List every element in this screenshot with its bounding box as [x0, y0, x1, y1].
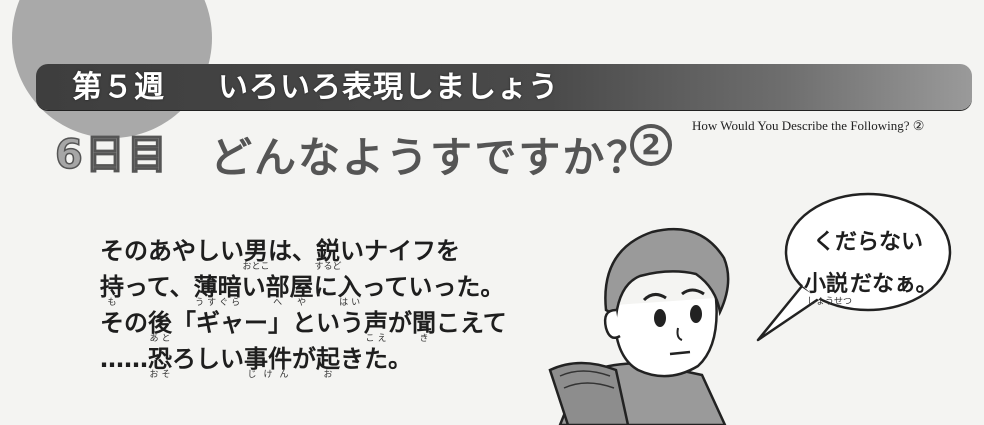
speech-word: 小説 [804, 271, 848, 297]
furigana: おとこ [242, 262, 270, 272]
example-paragraph: そのあやしい男おとこは、鋭するどいナイフを 持もって、薄暗うすぐらい部屋へやに入は… [100, 236, 560, 380]
english-subtitle: How Would You Describe the Following? ② [692, 118, 925, 133]
kanji-with-reading: 鋭するど [314, 237, 342, 272]
text-segment: に [313, 273, 338, 301]
kanji: 事件 [244, 345, 292, 373]
kanji-with-reading: 起お [316, 345, 340, 380]
paragraph-line: 持もって、薄暗うすぐらい部屋へやに入はいっていった。 [100, 272, 560, 308]
text-segment: は、 [268, 237, 316, 265]
text-segment: って、 [124, 273, 194, 301]
kanji-with-reading: 入はい [337, 273, 362, 308]
kanji-with-reading: 聞き [412, 309, 436, 344]
kanji: 部屋 [265, 273, 314, 301]
speech-bubble: くだらない 小説 だなぁ。 しょうせつ [756, 192, 952, 342]
lesson-number: 2 [630, 124, 672, 166]
furigana: あと [148, 334, 172, 344]
kanji: 男 [242, 237, 270, 265]
text-segment: 「ギャー」という [172, 309, 364, 337]
kanji: 持 [100, 273, 124, 301]
text-segment: その [100, 309, 148, 337]
furigana: はい [337, 298, 362, 308]
text-segment: …… [100, 345, 148, 373]
paragraph-line: そのあやしい男おとこは、鋭するどいナイフを [100, 236, 560, 272]
speech-reading: しょうせつ [807, 296, 852, 307]
text-segment: い [241, 273, 266, 301]
kanji: 鋭 [314, 237, 342, 265]
face [613, 297, 718, 378]
kanji: 入 [337, 273, 362, 301]
furigana: おそ [148, 370, 172, 380]
paragraph-line: ……恐おそろしい事件じけんが起おきた。 [100, 344, 560, 380]
text-segment: ろしい [172, 345, 244, 373]
text-segment: いナイフを [340, 237, 460, 265]
text-segment: きた。 [340, 345, 412, 373]
text-segment: が [388, 309, 412, 337]
left-eye [654, 309, 666, 327]
left-eyebrow [642, 293, 667, 302]
furigana: お [316, 370, 340, 380]
text-segment: っていった。 [361, 273, 505, 301]
furigana: へや [265, 298, 314, 308]
week-label: 第５週 [72, 70, 165, 105]
unit-title: いろいろ表現しましょう [218, 70, 559, 105]
book [548, 361, 630, 425]
kanji-with-reading: 恐おそ [148, 345, 172, 380]
kanji-with-reading: 事件じけん [244, 345, 292, 380]
furigana: き [412, 334, 436, 344]
kanji: 声 [364, 309, 388, 337]
speech-line-1: くだらない [813, 230, 923, 255]
kanji-with-reading: 薄暗うすぐら [193, 273, 242, 308]
day-label: 6日目 [54, 131, 169, 179]
furigana: も [100, 298, 124, 308]
paragraph-line: その後あと「ギャー」という声こえが聞きこえて [100, 308, 560, 344]
right-eye [690, 305, 702, 323]
kanji: 聞 [412, 309, 436, 337]
kanji-with-reading: 持も [100, 273, 124, 308]
kanji: 起 [316, 345, 340, 373]
text-segment: が [292, 345, 316, 373]
kanji-with-reading: 声こえ [364, 309, 388, 344]
kanji-with-reading: 男おとこ [242, 237, 270, 272]
text-segment: こえて [436, 309, 507, 337]
kanji: 後 [148, 309, 172, 337]
kanji-with-reading: 後あと [148, 309, 172, 344]
boy-reading-illustration: くだらない 小説 だなぁ。 しょうせつ [548, 192, 952, 425]
kanji-with-reading: 部屋へや [265, 273, 314, 308]
furigana: うすぐら [193, 298, 242, 308]
kanji: 恐 [148, 345, 172, 373]
right-eyebrow [681, 288, 705, 296]
text-segment: そのあやしい [100, 237, 244, 265]
furigana: じけん [244, 370, 292, 380]
furigana: するど [314, 262, 342, 272]
furigana: こえ [364, 334, 388, 344]
kanji: 薄暗 [193, 273, 242, 301]
speech-line-2: だなぁ。 [850, 272, 938, 297]
